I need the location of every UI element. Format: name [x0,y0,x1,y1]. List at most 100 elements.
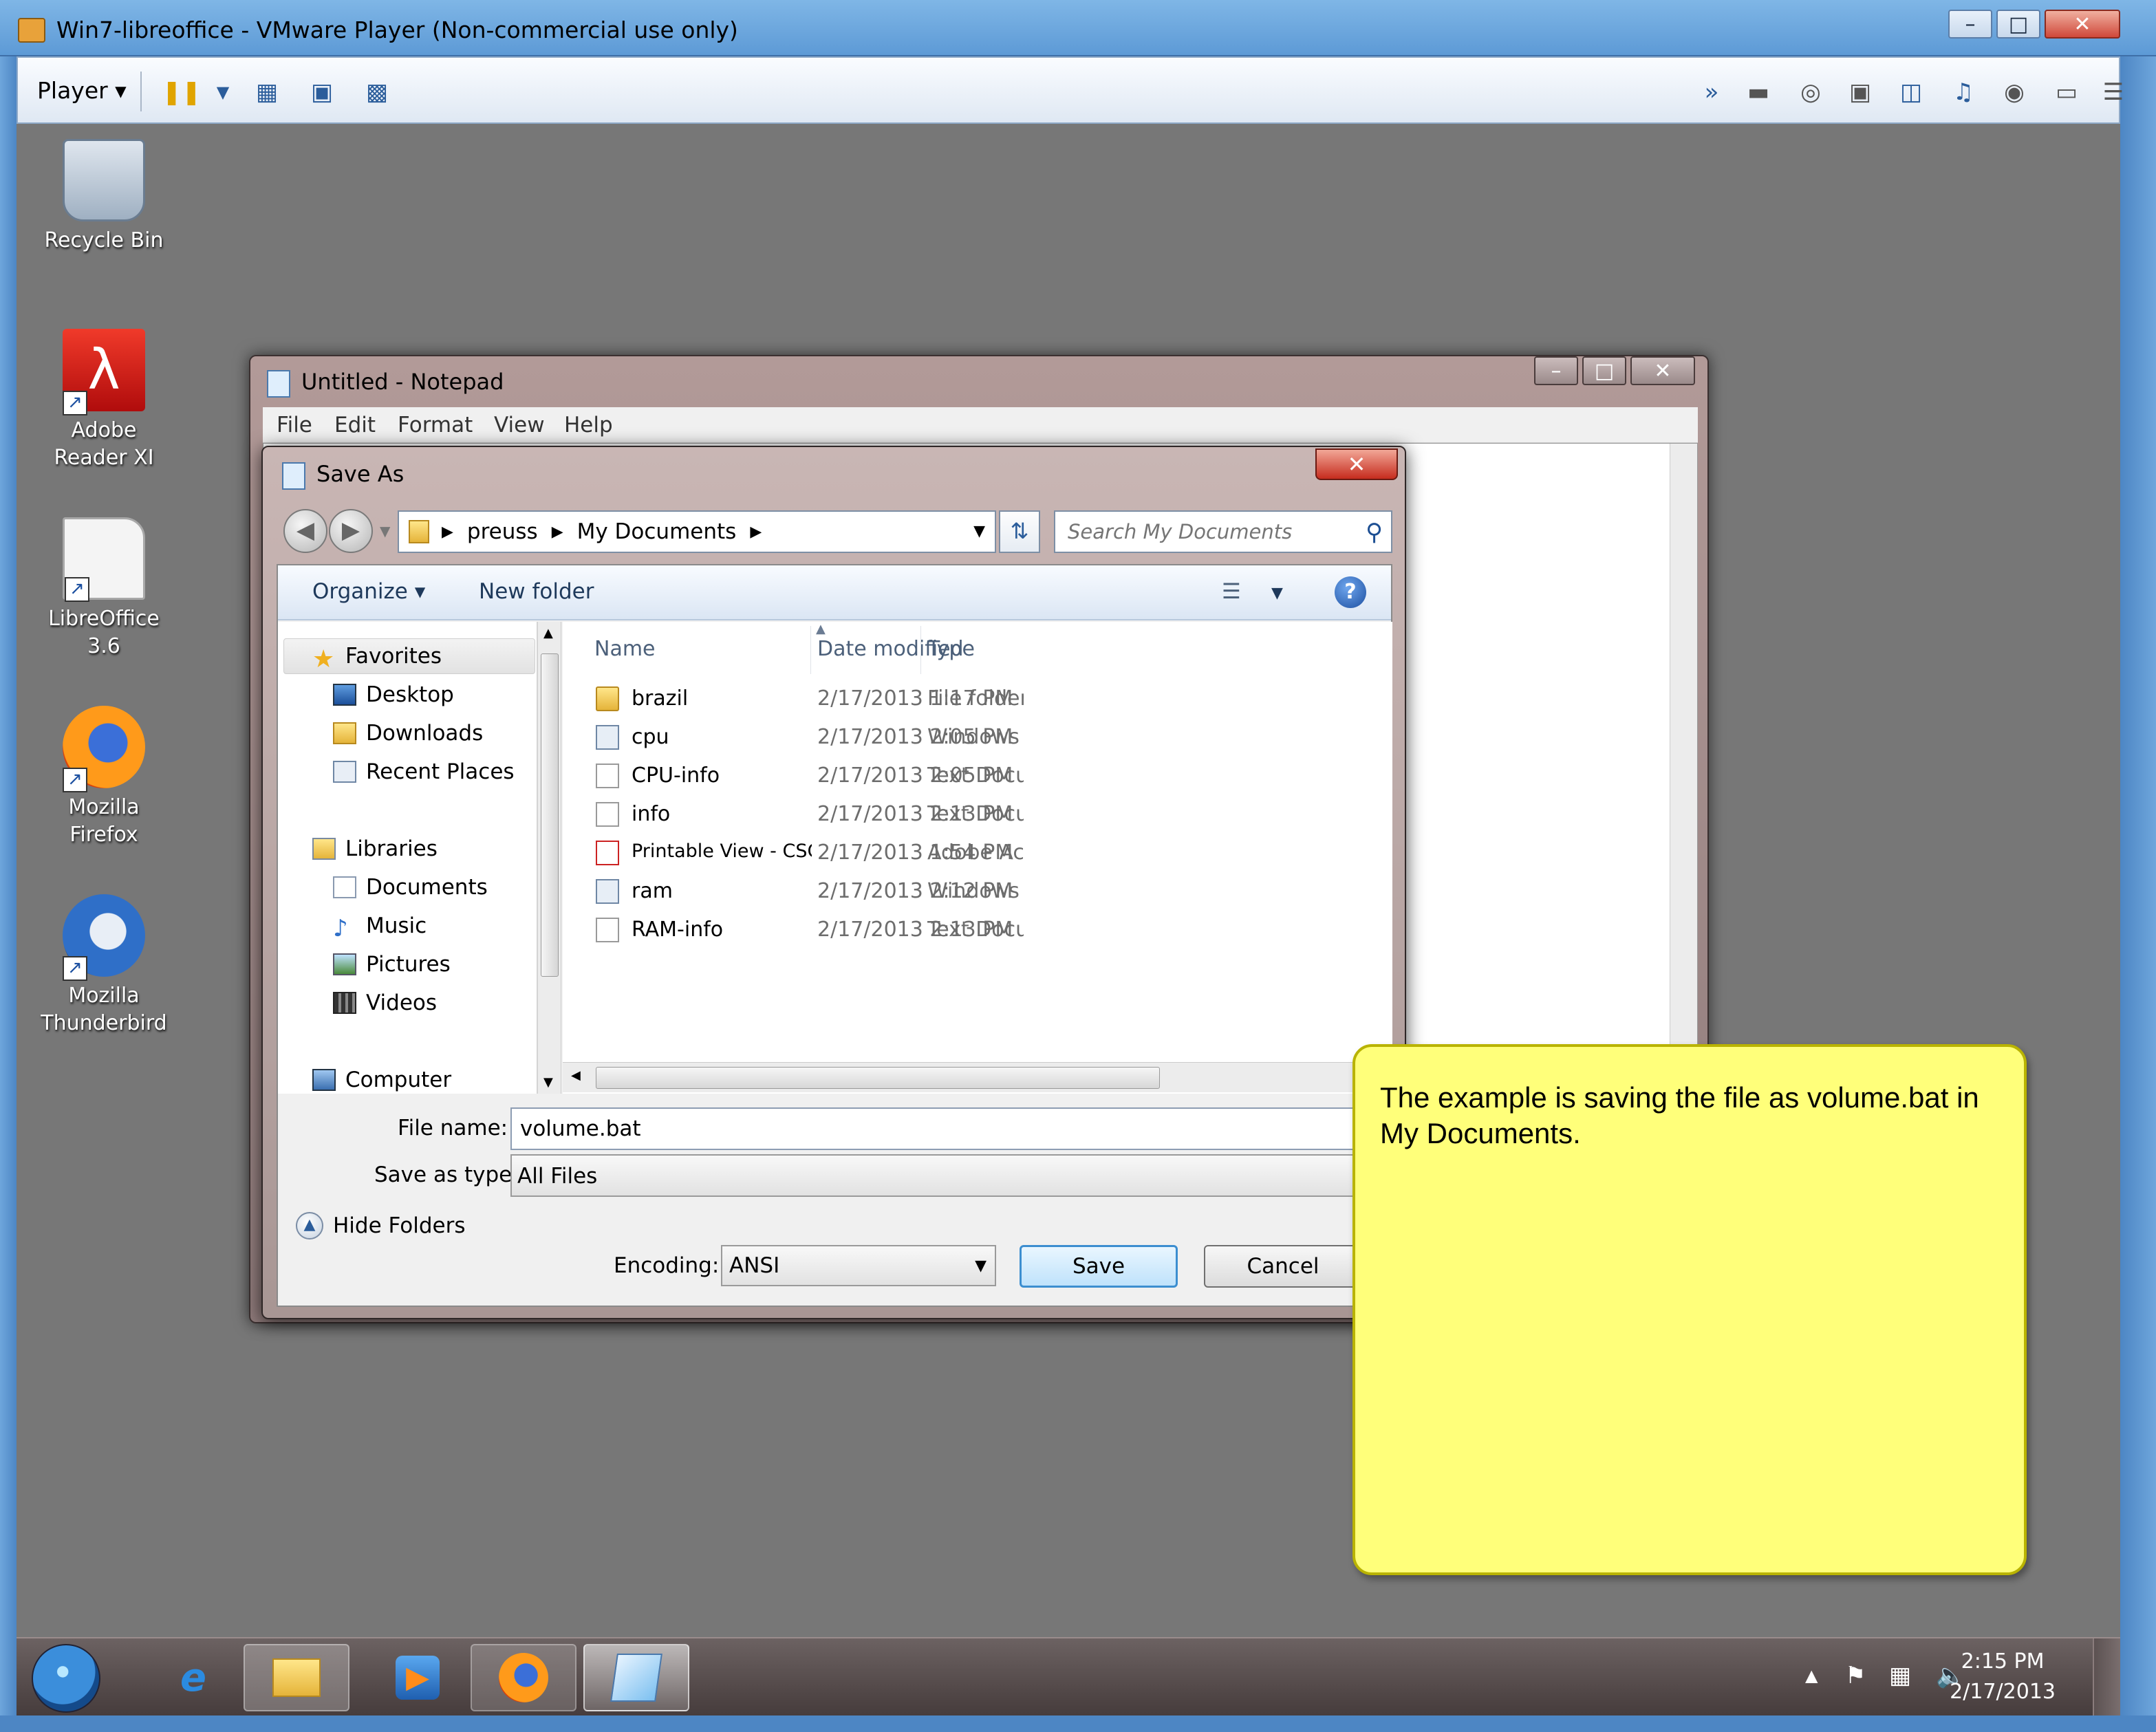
view-options-icon[interactable]: ☰ [1222,579,1241,604]
forward-button[interactable]: ▶ [329,509,373,553]
network-tray-icon[interactable]: ▦ [1889,1662,1911,1689]
nav-item-desktop[interactable]: Desktop [333,682,454,707]
menu-edit[interactable]: Edit [334,413,376,437]
scroll-left-icon[interactable]: ◀ [571,1068,581,1083]
shortcut-arrow-icon: ↗ [63,956,87,981]
network-icon[interactable]: ◫ [1896,78,1926,106]
column-header-type[interactable]: Type [927,637,975,661]
more-devices-icon[interactable]: » [1696,78,1727,106]
windows-explorer-icon[interactable] [244,1644,349,1711]
player-menu[interactable]: Player ▾ [37,77,127,104]
menu-file[interactable]: File [277,413,312,437]
notepad-maximize-button[interactable]: □ [1582,356,1626,385]
nav-item-favorites[interactable]: ★ Favorites [312,644,442,673]
menu-format[interactable]: Format [398,413,473,437]
view-options-dropdown-icon[interactable]: ▼ [1271,585,1283,602]
desktop-icon-thunderbird[interactable]: ↗ Mozilla Thunderbird [32,894,176,1037]
nav-item-libraries[interactable]: Libraries [312,836,438,861]
desktop-icon-recycle-bin[interactable]: Recycle Bin [32,139,176,255]
scroll-up-icon[interactable]: ▲ [543,626,553,640]
search-icon[interactable]: ⚲ [1366,519,1383,546]
show-desktop-button[interactable] [2093,1638,2120,1715]
nav-item-computer[interactable]: Computer [312,1068,451,1092]
start-button[interactable] [32,1644,100,1713]
hide-folders-button[interactable]: ▲ Hide Folders [296,1212,465,1240]
nav-item-documents[interactable]: Documents [333,875,488,900]
back-button[interactable]: ◀ [283,509,327,553]
notepad-close-button[interactable]: ✕ [1630,356,1695,385]
encoding-select[interactable]: ANSI ▼ [721,1245,996,1286]
breadcrumb-item-my-documents[interactable]: My Documents [577,519,737,544]
scrollbar-thumb[interactable] [541,653,559,977]
pause-icon[interactable]: ❚❚ [162,78,202,106]
breadcrumb[interactable]: ▶ preuss ▶ My Documents ▶ ▼ [398,510,996,553]
firefox-icon: ↗ [63,706,145,792]
encoding-label: Encoding: [614,1253,720,1278]
desktop-icon-firefox[interactable]: ↗ Mozilla Firefox [32,706,176,849]
file-row-ram[interactable]: ram 2/17/2013 2:12 PM Windows [563,872,1392,911]
column-header-name[interactable]: Name [594,637,656,661]
hard-disk-icon[interactable]: ▬ [1743,78,1774,106]
nav-item-recent-places[interactable]: Recent Places [333,759,515,784]
clock-date: 2/17/2013 [1950,1680,2056,1704]
desktop-icon-adobe-reader[interactable]: λ ↗ Adobe Reader XI [32,329,176,472]
file-row-printable-view[interactable]: Printable View - CSCI 1110 01 Informatic… [563,834,1392,872]
file-name: ram [632,879,673,903]
maximize-button[interactable]: □ [1996,10,2040,39]
cancel-button[interactable]: Cancel [1204,1245,1362,1288]
nav-item-pictures[interactable]: Pictures [333,952,451,977]
menu-view[interactable]: View [494,413,545,437]
message-icon[interactable]: ☰ [2098,78,2128,106]
organize-button[interactable]: Organize ▾ [312,579,425,604]
new-folder-button[interactable]: New folder [479,579,594,604]
desktop-icon-libreoffice[interactable]: ↗ LibreOffice 3.6 [32,517,176,660]
firefox-taskbar-icon[interactable] [471,1644,576,1711]
file-row-cpu[interactable]: cpu 2/17/2013 2:05 PM Windows [563,718,1392,757]
file-row-brazil[interactable]: brazil 2/17/2013 1:17 PM File folder [563,680,1392,718]
save-button[interactable]: Save [1020,1245,1178,1288]
media-player-icon[interactable]: ▶ [365,1644,471,1711]
refresh-button[interactable]: ⇅ [999,510,1040,553]
breadcrumb-item-preuss[interactable]: preuss [467,519,538,544]
floppy-icon[interactable]: ▣ [1845,78,1875,106]
address-dropdown-icon[interactable]: ▼ [973,523,985,540]
scrollbar-thumb[interactable] [596,1067,1160,1089]
thunderbird-icon: ↗ [63,894,145,981]
file-type: Windows [927,725,1020,749]
action-center-flag-icon[interactable]: ⚑ [1845,1662,1866,1689]
shortcut-arrow-icon: ↗ [63,768,87,792]
sound-icon[interactable]: ♫ [1948,78,1979,106]
system-clock[interactable]: 2:15 PM 2/17/2013 [1950,1647,2056,1707]
file-row-info[interactable]: info 2/17/2013 2:13 PM Text Docu [563,795,1392,834]
recent-pages-dropdown-icon[interactable]: ▼ [380,523,390,539]
camera-icon[interactable]: ◉ [1999,78,2029,106]
nav-item-videos[interactable]: Videos [333,991,437,1015]
file-list-horizontal-scrollbar[interactable]: ◀ [563,1062,1392,1092]
menu-help[interactable]: Help [564,413,613,437]
search-input[interactable] [1055,512,1344,552]
file-row-cpu-info[interactable]: CPU-info 2/17/2013 2:05 PM Text Docu [563,757,1392,795]
nav-item-downloads[interactable]: Downloads [333,721,483,746]
file-name: info [632,802,671,826]
file-name-input[interactable] [510,1107,1394,1150]
pause-dropdown-icon[interactable]: ▼ [208,78,238,106]
navigation-pane-scrollbar[interactable]: ▲ ▼ [538,622,561,1094]
scroll-down-icon[interactable]: ▼ [543,1075,553,1090]
fullscreen-icon[interactable]: ▣ [307,78,337,106]
send-ctrl-alt-del-icon[interactable]: ▦ [252,78,282,106]
cd-drive-icon[interactable]: ◎ [1796,78,1826,106]
file-row-ram-info[interactable]: RAM-info 2/17/2013 2:13 PM Text Docu [563,911,1392,949]
unity-icon[interactable]: ▩ [362,78,392,106]
show-hidden-icons-icon[interactable]: ▲ [1805,1666,1818,1685]
save-as-close-button[interactable]: ✕ [1315,448,1398,480]
help-icon[interactable]: ? [1335,576,1366,608]
toolbar-separator [140,72,142,111]
nav-item-music[interactable]: ♪ Music [333,913,427,942]
notepad-minimize-button[interactable]: – [1534,356,1578,385]
display-icon[interactable]: ▭ [2051,78,2082,106]
notepad-taskbar-icon[interactable] [583,1644,689,1711]
minimize-button[interactable]: – [1948,10,1992,39]
internet-explorer-icon[interactable]: e [140,1644,246,1711]
close-button[interactable]: ✕ [2045,10,2120,39]
save-as-type-select[interactable]: All Files [510,1154,1394,1197]
